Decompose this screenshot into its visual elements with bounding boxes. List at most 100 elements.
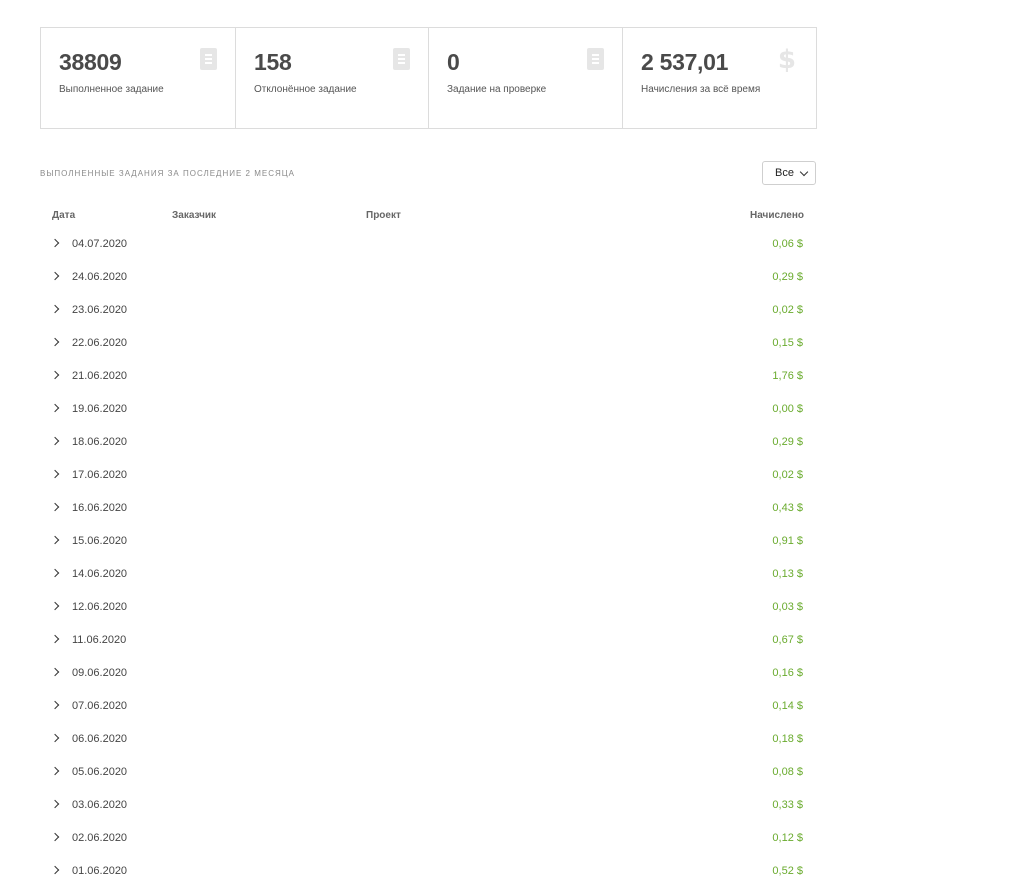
row-amount: 0,13 $ (772, 568, 803, 580)
row-amount: 0,29 $ (772, 436, 803, 448)
column-header-customer[interactable]: Заказчик (172, 210, 216, 221)
table-row[interactable]: 15.06.2020 0,91 $ (40, 524, 815, 557)
chevron-right-icon[interactable] (50, 865, 60, 875)
period-filter-select[interactable]: Все (762, 161, 816, 185)
row-date: 15.06.2020 (72, 535, 128, 547)
stat-in-review: 0 Задание на проверке (429, 28, 623, 128)
row-amount: 0,18 $ (772, 733, 803, 745)
table-row[interactable]: 09.06.2020 0,16 $ (40, 656, 815, 689)
chevron-right-icon[interactable] (50, 832, 60, 842)
row-amount: 0,12 $ (772, 832, 803, 844)
chevron-right-icon[interactable] (50, 271, 60, 281)
row-amount: 0,43 $ (772, 502, 803, 514)
chevron-right-icon[interactable] (50, 601, 60, 611)
table-row[interactable]: 01.06.2020 0,52 $ (40, 854, 815, 887)
table-row[interactable]: 23.06.2020 0,02 $ (40, 293, 815, 326)
column-header-project[interactable]: Проект (366, 210, 401, 221)
row-amount: 0,14 $ (772, 700, 803, 712)
row-date: 07.06.2020 (72, 700, 128, 712)
row-date: 06.06.2020 (72, 733, 128, 745)
table-row[interactable]: 02.06.2020 0,12 $ (40, 821, 815, 854)
stat-value: 38809 (59, 49, 122, 75)
chevron-right-icon[interactable] (50, 403, 60, 413)
row-amount: 0,91 $ (772, 535, 803, 547)
row-date: 18.06.2020 (72, 436, 128, 448)
stat-label: Начисления за всё время (641, 84, 761, 95)
row-date: 05.06.2020 (72, 766, 128, 778)
row-date: 12.06.2020 (72, 601, 128, 613)
table-row[interactable]: 07.06.2020 0,14 $ (40, 689, 815, 722)
column-header-amount[interactable]: Начислено (750, 210, 804, 221)
table-row[interactable]: 16.06.2020 0,43 $ (40, 491, 815, 524)
row-amount: 0,00 $ (772, 403, 803, 415)
chevron-right-icon[interactable] (50, 469, 60, 479)
row-amount: 0,02 $ (772, 304, 803, 316)
chevron-right-icon[interactable] (50, 667, 60, 677)
row-amount: 0,67 $ (772, 634, 803, 646)
chevron-right-icon[interactable] (50, 700, 60, 710)
document-icon (393, 48, 410, 70)
stat-value: 158 (254, 49, 292, 75)
table-row[interactable]: 22.06.2020 0,15 $ (40, 326, 815, 359)
table-row[interactable]: 24.06.2020 0,29 $ (40, 260, 815, 293)
row-date: 03.06.2020 (72, 799, 128, 811)
table-row[interactable]: 21.06.2020 1,76 $ (40, 359, 815, 392)
table-row[interactable]: 17.06.2020 0,02 $ (40, 458, 815, 491)
row-date: 09.06.2020 (72, 667, 128, 679)
table-row[interactable]: 12.06.2020 0,03 $ (40, 590, 815, 623)
stat-total-earnings: 2 537,01 Начисления за всё время $ (623, 28, 816, 128)
row-date: 01.06.2020 (72, 865, 128, 877)
row-amount: 0,15 $ (772, 337, 803, 349)
earnings-page: 38809 Выполненное задание 158 Отклонённо… (0, 0, 1034, 894)
chevron-right-icon[interactable] (50, 535, 60, 545)
chevron-right-icon[interactable] (50, 337, 60, 347)
table-row[interactable]: 18.06.2020 0,29 $ (40, 425, 815, 458)
table-row[interactable]: 04.07.2020 0,06 $ (40, 227, 815, 260)
stat-label: Выполненное задание (59, 84, 164, 95)
tasks-table-body: 04.07.2020 0,06 $ 24.06.2020 0,29 $ 23.06.20… (40, 227, 815, 887)
chevron-right-icon[interactable] (50, 502, 60, 512)
chevron-right-icon[interactable] (50, 436, 60, 446)
chevron-down-icon (799, 167, 809, 177)
chevron-right-icon[interactable] (50, 370, 60, 380)
column-header-date[interactable]: Дата (52, 210, 75, 221)
stat-value: 2 537,01 (641, 49, 729, 75)
row-date: 17.06.2020 (72, 469, 128, 481)
row-date: 02.06.2020 (72, 832, 128, 844)
row-amount: 0,33 $ (772, 799, 803, 811)
row-date: 04.07.2020 (72, 238, 128, 250)
chevron-right-icon[interactable] (50, 568, 60, 578)
table-row[interactable]: 11.06.2020 0,67 $ (40, 623, 815, 656)
row-date: 24.06.2020 (72, 271, 128, 283)
stat-label: Задание на проверке (447, 84, 547, 95)
chevron-right-icon[interactable] (50, 634, 60, 644)
row-amount: 0,06 $ (772, 238, 803, 250)
table-row[interactable]: 05.06.2020 0,08 $ (40, 755, 815, 788)
chevron-right-icon[interactable] (50, 304, 60, 314)
row-amount: 0,08 $ (772, 766, 803, 778)
section-title: Выполненные задания за последние 2 месяц… (40, 169, 296, 178)
row-amount: 0,16 $ (772, 667, 803, 679)
row-date: 14.06.2020 (72, 568, 128, 580)
chevron-right-icon[interactable] (50, 799, 60, 809)
document-icon (200, 48, 217, 70)
row-amount: 0,52 $ (772, 865, 803, 877)
chevron-right-icon[interactable] (50, 766, 60, 776)
row-amount: 0,02 $ (772, 469, 803, 481)
row-date: 21.06.2020 (72, 370, 128, 382)
table-row[interactable]: 03.06.2020 0,33 $ (40, 788, 815, 821)
document-icon (587, 48, 604, 70)
table-row[interactable]: 06.06.2020 0,18 $ (40, 722, 815, 755)
row-date: 23.06.2020 (72, 304, 128, 316)
stats-panel: 38809 Выполненное задание 158 Отклонённо… (40, 27, 817, 129)
row-amount: 0,03 $ (772, 601, 803, 613)
dollar-icon: $ (777, 45, 796, 75)
table-row[interactable]: 14.06.2020 0,13 $ (40, 557, 815, 590)
stat-label: Отклонённое задание (254, 84, 357, 95)
table-row[interactable]: 19.06.2020 0,00 $ (40, 392, 815, 425)
chevron-right-icon[interactable] (50, 733, 60, 743)
row-date: 19.06.2020 (72, 403, 128, 415)
stat-value: 0 (447, 49, 460, 75)
chevron-right-icon[interactable] (50, 238, 60, 248)
row-date: 22.06.2020 (72, 337, 128, 349)
